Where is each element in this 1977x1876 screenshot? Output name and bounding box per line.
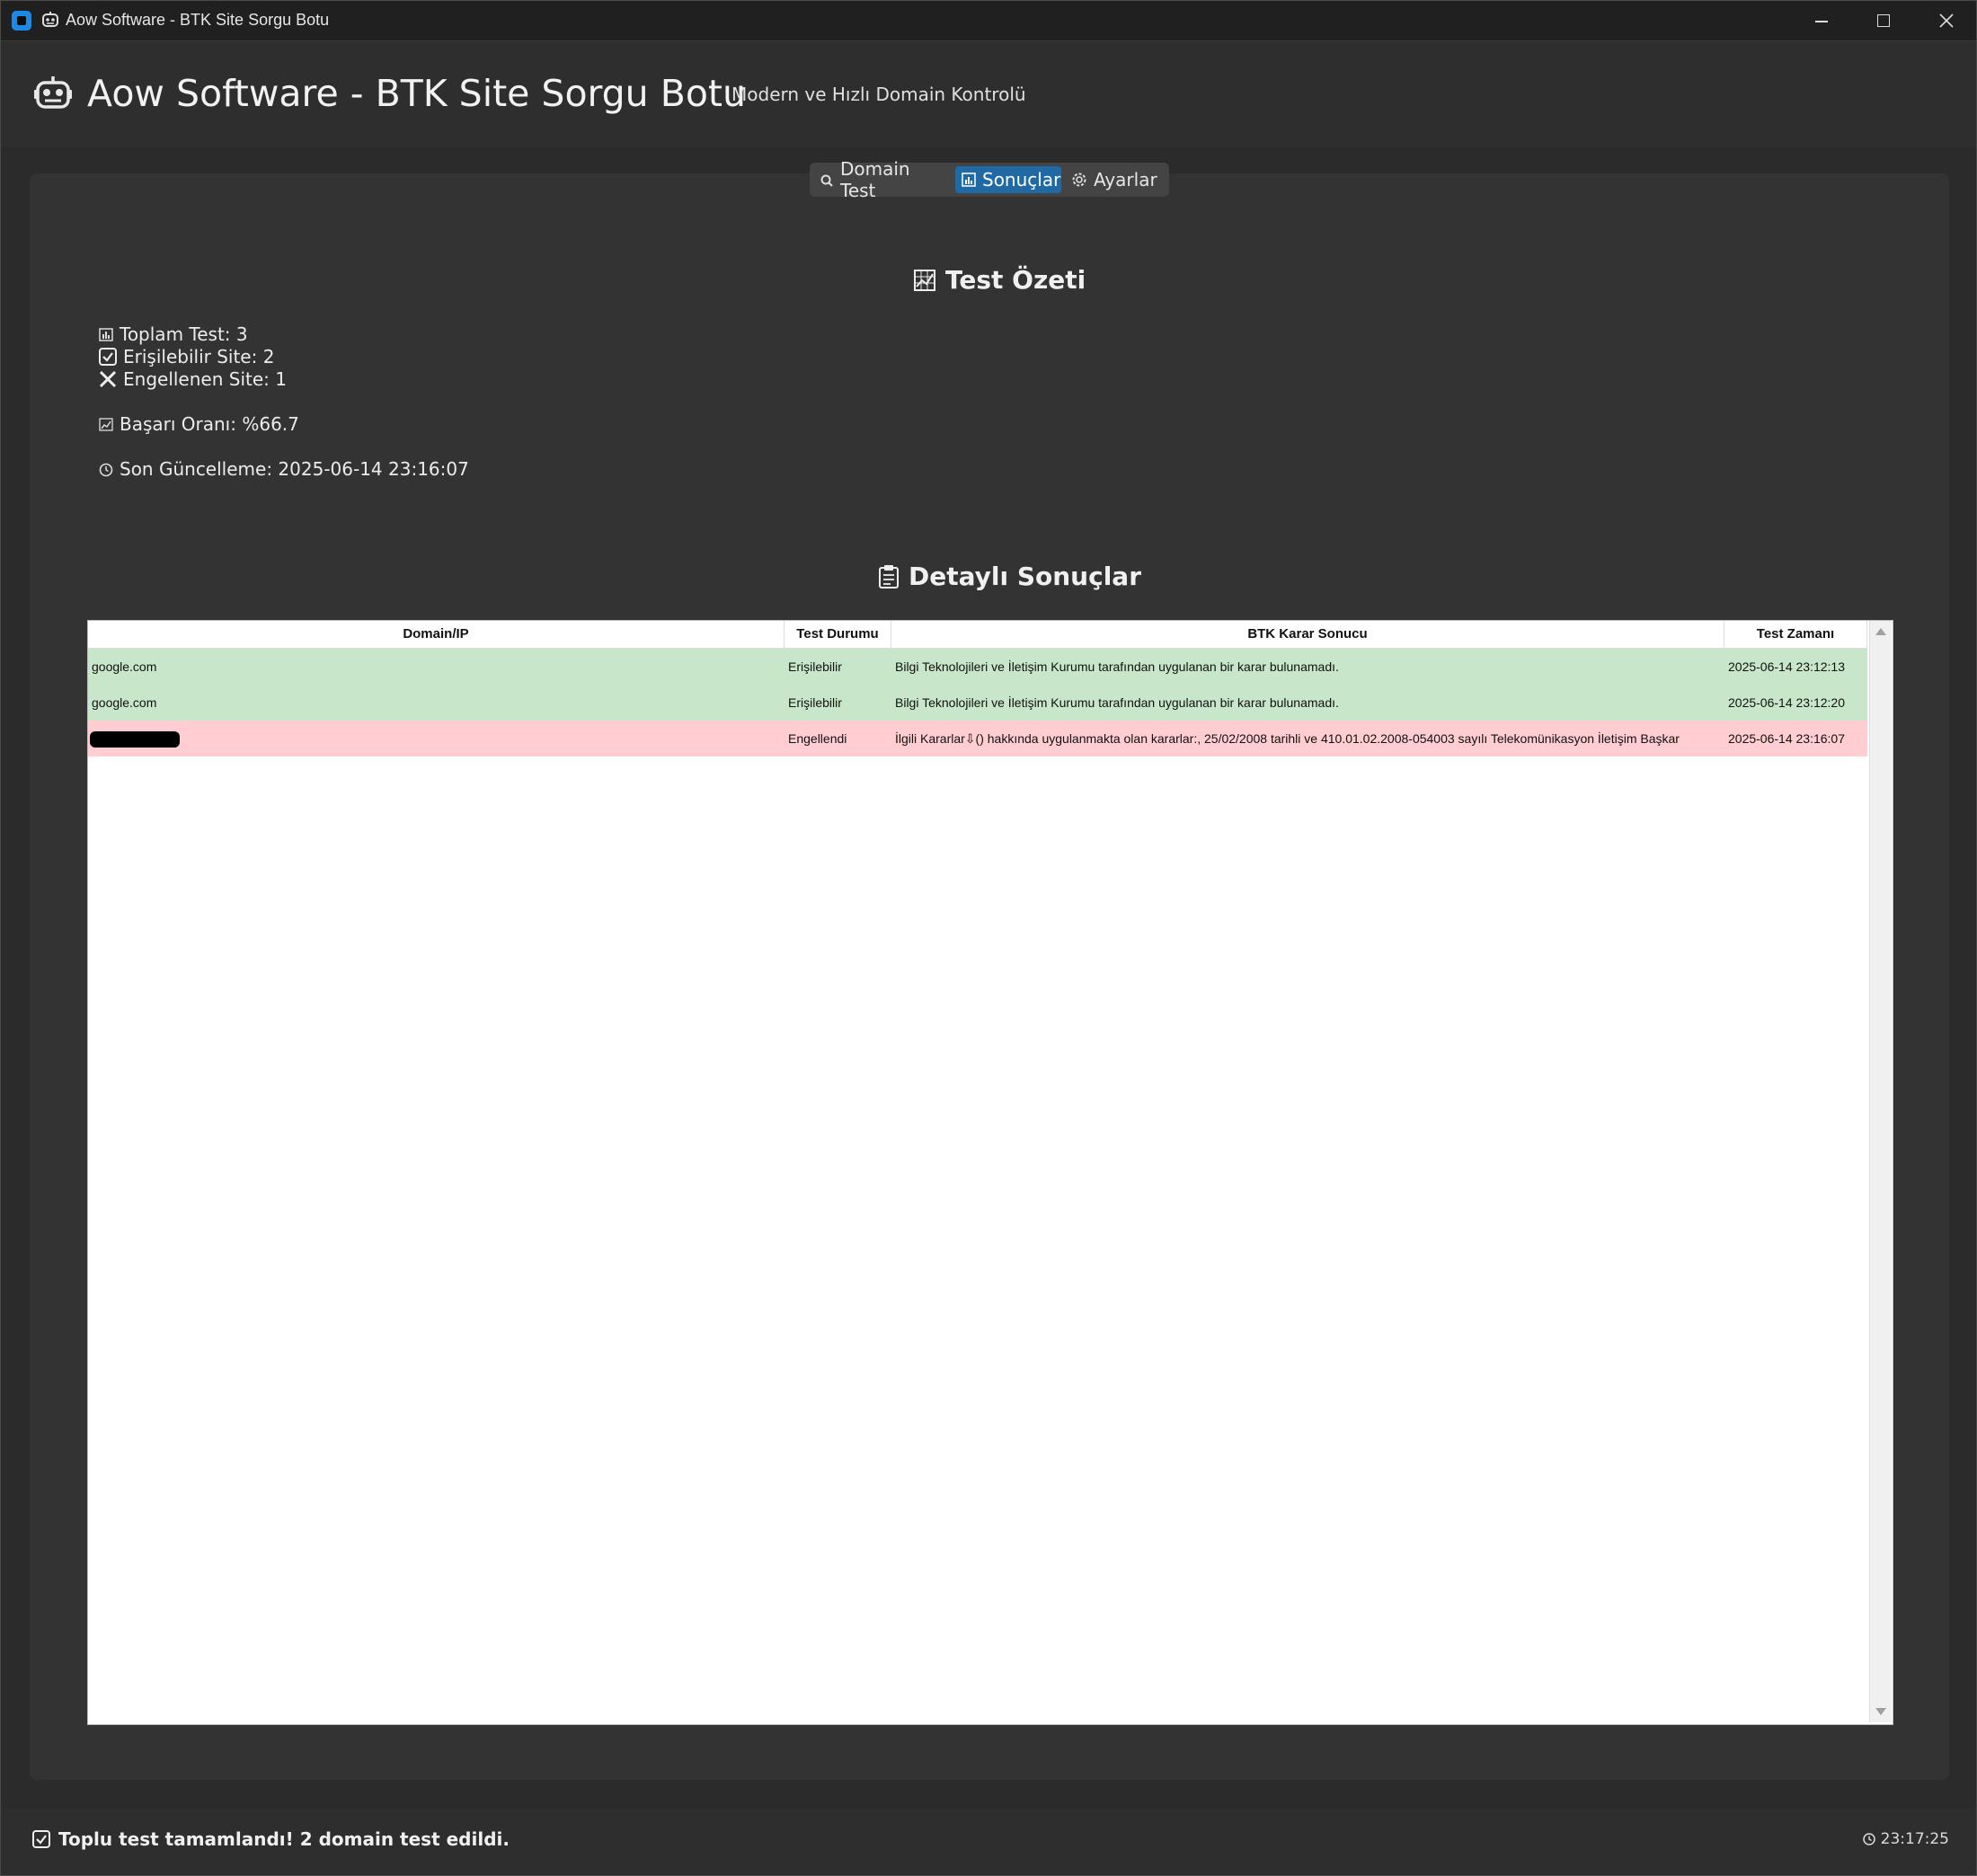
column-header-time[interactable]: Test Zamanı: [1724, 621, 1867, 648]
cell-domain: google.com: [92, 659, 157, 674]
close-button[interactable]: [1915, 1, 1977, 40]
title-bar: Aow Software - BTK Site Sorgu Botu: [1, 1, 1976, 41]
table-header: Domain/IP Test Durumu BTK Karar Sonucu T…: [88, 621, 1867, 649]
stat-last-update: Son Güncelleme: 2025-06-14 23:16:07: [98, 458, 469, 480]
column-header-status[interactable]: Test Durumu: [785, 621, 891, 648]
status-message-text: Toplu test tamamlandı! 2 domain test edi…: [58, 1828, 510, 1850]
status-bar: Toplu test tamamlandı! 2 domain test edi…: [1, 1809, 1976, 1875]
scroll-down-arrow-icon[interactable]: [1875, 1708, 1886, 1715]
cell-time: 2025-06-14 23:12:13: [1728, 659, 1845, 674]
status-clock: 23:17:25: [1862, 1830, 1949, 1848]
bar-chart-icon: [99, 328, 113, 341]
stat-blocked: Engellenen Site: 1: [98, 368, 287, 390]
summary-title: Test Özeti: [945, 265, 1086, 295]
gear-icon: [1072, 173, 1086, 187]
stat-accessible: Erişilebilir Site: 2: [98, 346, 274, 367]
redacted-domain: [90, 731, 180, 748]
cell-time: 2025-06-14 23:12:20: [1728, 695, 1845, 710]
stat-success-rate-text: Başarı Oranı: %66.7: [120, 413, 299, 435]
column-header-domain[interactable]: Domain/IP: [88, 621, 785, 648]
status-message: Toplu test tamamlandı! 2 domain test edi…: [31, 1828, 510, 1850]
app-header: Aow Software - BTK Site Sorgu Botu Moder…: [1, 41, 1976, 147]
bar-chart-icon: [962, 173, 976, 187]
app-subtitle: Modern ve Hızlı Domain Kontrolü: [731, 84, 1026, 105]
clock-icon: [99, 463, 113, 477]
table-row[interactable]: google.com Erişilebilir Bilgi Teknolojil…: [88, 649, 1867, 685]
cell-domain: google.com: [92, 695, 157, 710]
chart-icon: [914, 269, 935, 291]
table-row[interactable]: Engellendi İlgili Kararlar⇩() hakkında u…: [88, 721, 1867, 757]
tab-results[interactable]: Sonuçlar: [955, 166, 1061, 193]
details-title: Detaylı Sonuçlar: [909, 562, 1142, 591]
status-clock-text: 23:17:25: [1880, 1830, 1949, 1848]
cell-result: Bilgi Teknolojileri ve İletişim Kurumu t…: [895, 695, 1339, 710]
cell-domain: [88, 721, 785, 757]
cross-icon: [99, 370, 117, 388]
tab-settings[interactable]: Ayarlar: [1065, 166, 1166, 193]
clipboard-icon: [879, 564, 899, 588]
tab-domain-test[interactable]: Domain Test: [813, 158, 953, 201]
cell-time: 2025-06-14 23:16:07: [1728, 731, 1845, 746]
cell-status: Erişilebilir: [788, 659, 842, 674]
details-heading: Detaylı Sonuçlar: [878, 562, 1141, 591]
cell-status: Erişilebilir: [788, 695, 842, 710]
cell-result: Bilgi Teknolojileri ve İletişim Kurumu t…: [895, 659, 1339, 674]
app-title: Aow Software - BTK Site Sorgu Botu: [87, 72, 746, 115]
tab-label: Domain Test: [840, 158, 910, 201]
maximize-button[interactable]: [1852, 1, 1915, 40]
search-icon: [820, 174, 833, 187]
tab-label: Sonuçlar: [982, 169, 1061, 190]
stat-last-update-text: Son Güncelleme: 2025-06-14 23:16:07: [120, 458, 469, 480]
table-row[interactable]: google.com Erişilebilir Bilgi Teknolojil…: [88, 685, 1867, 721]
stat-blocked-text: Engellenen Site: 1: [123, 368, 287, 390]
cell-status: Engellendi: [788, 731, 847, 746]
stat-total: Toplam Test: 3: [98, 323, 248, 345]
check-box-icon: [32, 1830, 50, 1848]
vertical-scrollbar[interactable]: [1869, 621, 1892, 1722]
cell-result: İlgili Kararlar⇩() hakkında uygulanmakta…: [895, 731, 1680, 746]
robot-icon: [42, 12, 58, 27]
stat-accessible-text: Erişilebilir Site: 2: [123, 346, 275, 367]
minimize-button[interactable]: [1789, 1, 1852, 40]
clock-icon: [1862, 1833, 1875, 1845]
column-header-result[interactable]: BTK Karar Sonucu: [891, 621, 1724, 648]
stat-total-text: Toplam Test: 3: [120, 323, 248, 345]
app-window: Aow Software - BTK Site Sorgu Botu Aow S…: [0, 0, 1977, 1876]
tab-label: Ayarlar: [1094, 169, 1157, 190]
scroll-up-arrow-icon[interactable]: [1875, 628, 1886, 635]
results-table: Domain/IP Test Durumu BTK Karar Sonucu T…: [87, 620, 1893, 1725]
stat-success-rate: Başarı Oranı: %66.7: [98, 413, 299, 435]
check-box-icon: [99, 348, 117, 366]
chart-icon: [99, 418, 113, 431]
robot-icon: [34, 76, 72, 109]
app-icon: [12, 11, 31, 31]
close-icon: [1939, 13, 1954, 28]
tab-bar: Domain Test Sonuçlar Ayarlar: [810, 158, 1169, 201]
window-title: Aow Software - BTK Site Sorgu Botu: [66, 11, 330, 29]
summary-heading: Test Özeti: [913, 265, 1086, 295]
